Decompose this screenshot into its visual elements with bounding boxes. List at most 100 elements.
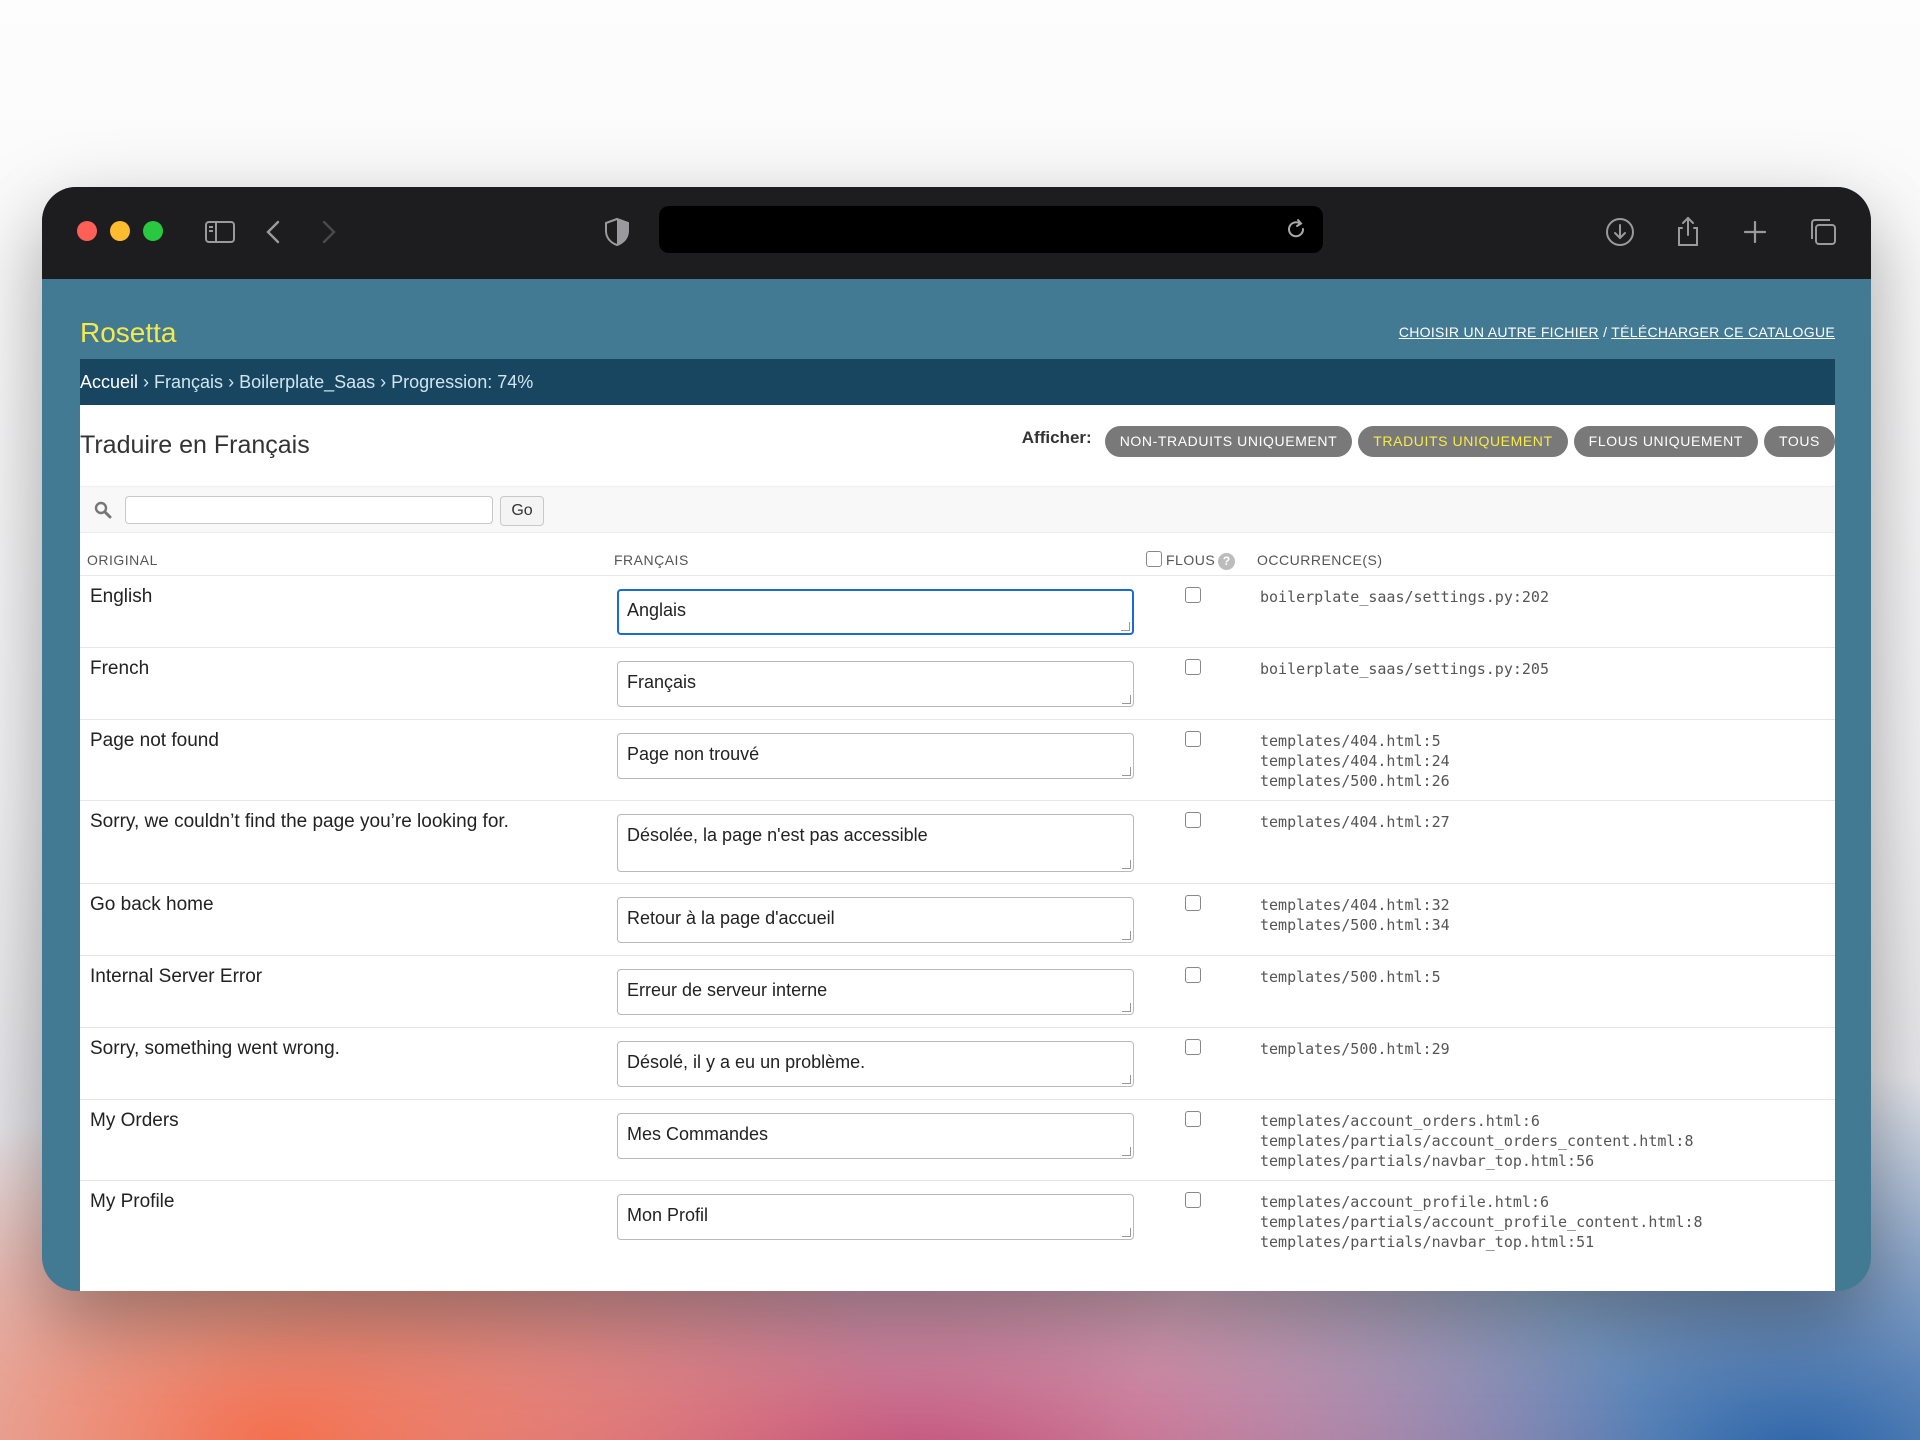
new-tab-icon[interactable] [1738,215,1772,249]
resize-handle-icon[interactable] [1122,767,1131,776]
downloads-icon[interactable] [1603,215,1637,249]
occurrence-link: templates/500.html:5 [1260,968,1441,986]
occurrences: templates/404.html:32 templates/500.html… [1260,895,1450,935]
translation-field[interactable]: Erreur de serveur interne [617,969,1134,1015]
reload-icon[interactable] [1283,216,1309,242]
fuzzy-checkbox[interactable] [1185,659,1201,675]
breadcrumb-sep: › [138,372,155,392]
header-link-separator: / [1598,324,1612,340]
minimize-window-button[interactable] [110,221,130,241]
fuzzy-checkbox[interactable] [1185,587,1201,603]
translation-field[interactable]: Page non trouvé [617,733,1134,779]
fuzzy-checkbox[interactable] [1185,967,1201,983]
column-header-occurrences: OCCURRENCE(S) [1257,552,1383,568]
occurrences: boilerplate_saas/settings.py:202 [1260,587,1549,607]
translation-text: Mon Profil [627,1205,709,1225]
breadcrumb-language[interactable]: Français [154,372,223,392]
translation-field[interactable]: Anglais [617,589,1134,635]
occurrence-link: templates/account_orders.html:6 [1260,1112,1540,1130]
occurrence-link: templates/partials/navbar_top.html:56 [1260,1152,1595,1170]
translation-text: Français [627,672,697,692]
address-bar[interactable] [659,206,1323,253]
fuzzy-checkbox[interactable] [1185,731,1201,747]
translation-text: Mes Commandes [627,1124,769,1144]
zoom-window-button[interactable] [143,221,163,241]
original-text: Page not found [90,730,219,751]
occurrence-link: templates/partials/navbar_top.html:51 [1260,1233,1595,1251]
translation-text: Désolée, la page n'est pas accessible [627,825,928,845]
occurrence-link: templates/500.html:29 [1260,1040,1450,1058]
original-text: Sorry, something went wrong. [90,1038,340,1059]
sidebar-icon[interactable] [203,215,237,249]
breadcrumb-sep: › [223,372,240,392]
fuzzy-checkbox[interactable] [1185,895,1201,911]
occurrences: boilerplate_saas/settings.py:205 [1260,659,1549,679]
occurrence-link: templates/partials/account_profile_conte… [1260,1213,1703,1231]
choose-file-link[interactable]: CHOISIR UN AUTRE FICHIER [1399,324,1599,340]
fuzzy-checkbox[interactable] [1185,1111,1201,1127]
table-row: Page not found Page non trouvé templates… [80,720,1835,801]
filter-fuzzy-button[interactable]: FLOUS UNIQUEMENT [1573,426,1758,457]
fuzzy-checkbox[interactable] [1185,1192,1201,1208]
resize-handle-icon[interactable] [1122,1147,1131,1156]
translation-field[interactable]: Mes Commandes [617,1113,1134,1159]
resize-handle-icon[interactable] [1122,1228,1131,1237]
download-catalog-link[interactable]: TÉLÉCHARGER CE CATALOGUE [1611,324,1835,340]
back-icon[interactable] [257,215,291,249]
privacy-shield-icon[interactable] [600,215,634,249]
page-content: Rosetta CHOISIR UN AUTRE FICHIER / TÉLÉC… [80,279,1835,1291]
resize-handle-icon[interactable] [1122,1003,1131,1012]
filter-translated-button[interactable]: TRADUITS UNIQUEMENT [1358,426,1568,457]
filter-untranslated-button[interactable]: NON-TRADUITS UNIQUEMENT [1104,426,1353,457]
table-row: Sorry, we couldn’t find the page you’re … [80,801,1835,884]
resize-handle-icon[interactable] [1122,860,1131,869]
breadcrumb-home[interactable]: Accueil [80,372,138,392]
fuzzy-checkbox[interactable] [1185,812,1201,828]
translation-field[interactable]: Désolé, il y a eu un problème. [617,1041,1134,1087]
occurrence-link: boilerplate_saas/settings.py:205 [1260,660,1549,678]
breadcrumb-project[interactable]: Boilerplate_Saas [239,372,375,392]
translation-field[interactable]: Mon Profil [617,1194,1134,1240]
column-header-fuzzy: FLOUS [1166,552,1216,568]
occurrence-link: templates/404.html:32 [1260,896,1450,914]
translation-field[interactable]: Français [617,661,1134,707]
fuzzy-select-all-checkbox[interactable] [1146,551,1162,567]
occurrence-link: templates/partials/account_orders_conten… [1260,1132,1694,1150]
occurrence-link: templates/500.html:26 [1260,772,1450,790]
resize-handle-icon[interactable] [1122,931,1131,940]
table-row: English Anglais boilerplate_saas/setting… [80,576,1835,648]
occurrences: templates/404.html:27 [1260,812,1450,832]
resize-handle-icon[interactable] [1122,695,1131,704]
help-icon[interactable]: ? [1218,553,1235,570]
close-window-button[interactable] [77,221,97,241]
forward-icon[interactable] [311,215,345,249]
filter-bar: Afficher: NON-TRADUITS UNIQUEMENT TRADUI… [1022,426,1835,457]
go-button[interactable]: Go [500,496,544,526]
table-row: My Orders Mes Commandes templates/accoun… [80,1100,1835,1181]
occurrences: templates/500.html:29 [1260,1039,1450,1059]
table-row: French Français boilerplate_saas/setting… [80,648,1835,720]
page-title: Traduire en Français [80,431,310,459]
breadcrumb: Accueil › Français › Boilerplate_Saas › … [80,359,1835,405]
share-icon[interactable] [1671,215,1705,249]
original-text: English [90,586,153,607]
search-input[interactable] [125,496,493,524]
browser-toolbar [42,187,1871,279]
resize-handle-icon[interactable] [1122,1075,1131,1084]
translation-field[interactable]: Désolée, la page n'est pas accessible [617,814,1134,872]
table-row: My Profile Mon Profil templates/account_… [80,1181,1835,1271]
breadcrumb-progress: Progression: 74% [391,372,534,392]
occurrence-link: templates/account_profile.html:6 [1260,1193,1549,1211]
filter-all-button[interactable]: TOUS [1763,426,1835,457]
original-text: Go back home [90,894,214,915]
translation-field[interactable]: Retour à la page d'accueil [617,897,1134,943]
translation-text: Retour à la page d'accueil [627,908,835,928]
occurrence-link: templates/404.html:5 [1260,732,1441,750]
resize-handle-icon[interactable] [1121,622,1130,631]
translation-panel: Traduire en Français Afficher: NON-TRADU… [80,405,1835,1291]
fuzzy-checkbox[interactable] [1185,1039,1201,1055]
original-text: My Orders [90,1110,179,1131]
tab-overview-icon[interactable] [1806,215,1840,249]
occurrence-link: templates/404.html:24 [1260,752,1450,770]
occurrences: templates/account_orders.html:6 template… [1260,1111,1693,1171]
